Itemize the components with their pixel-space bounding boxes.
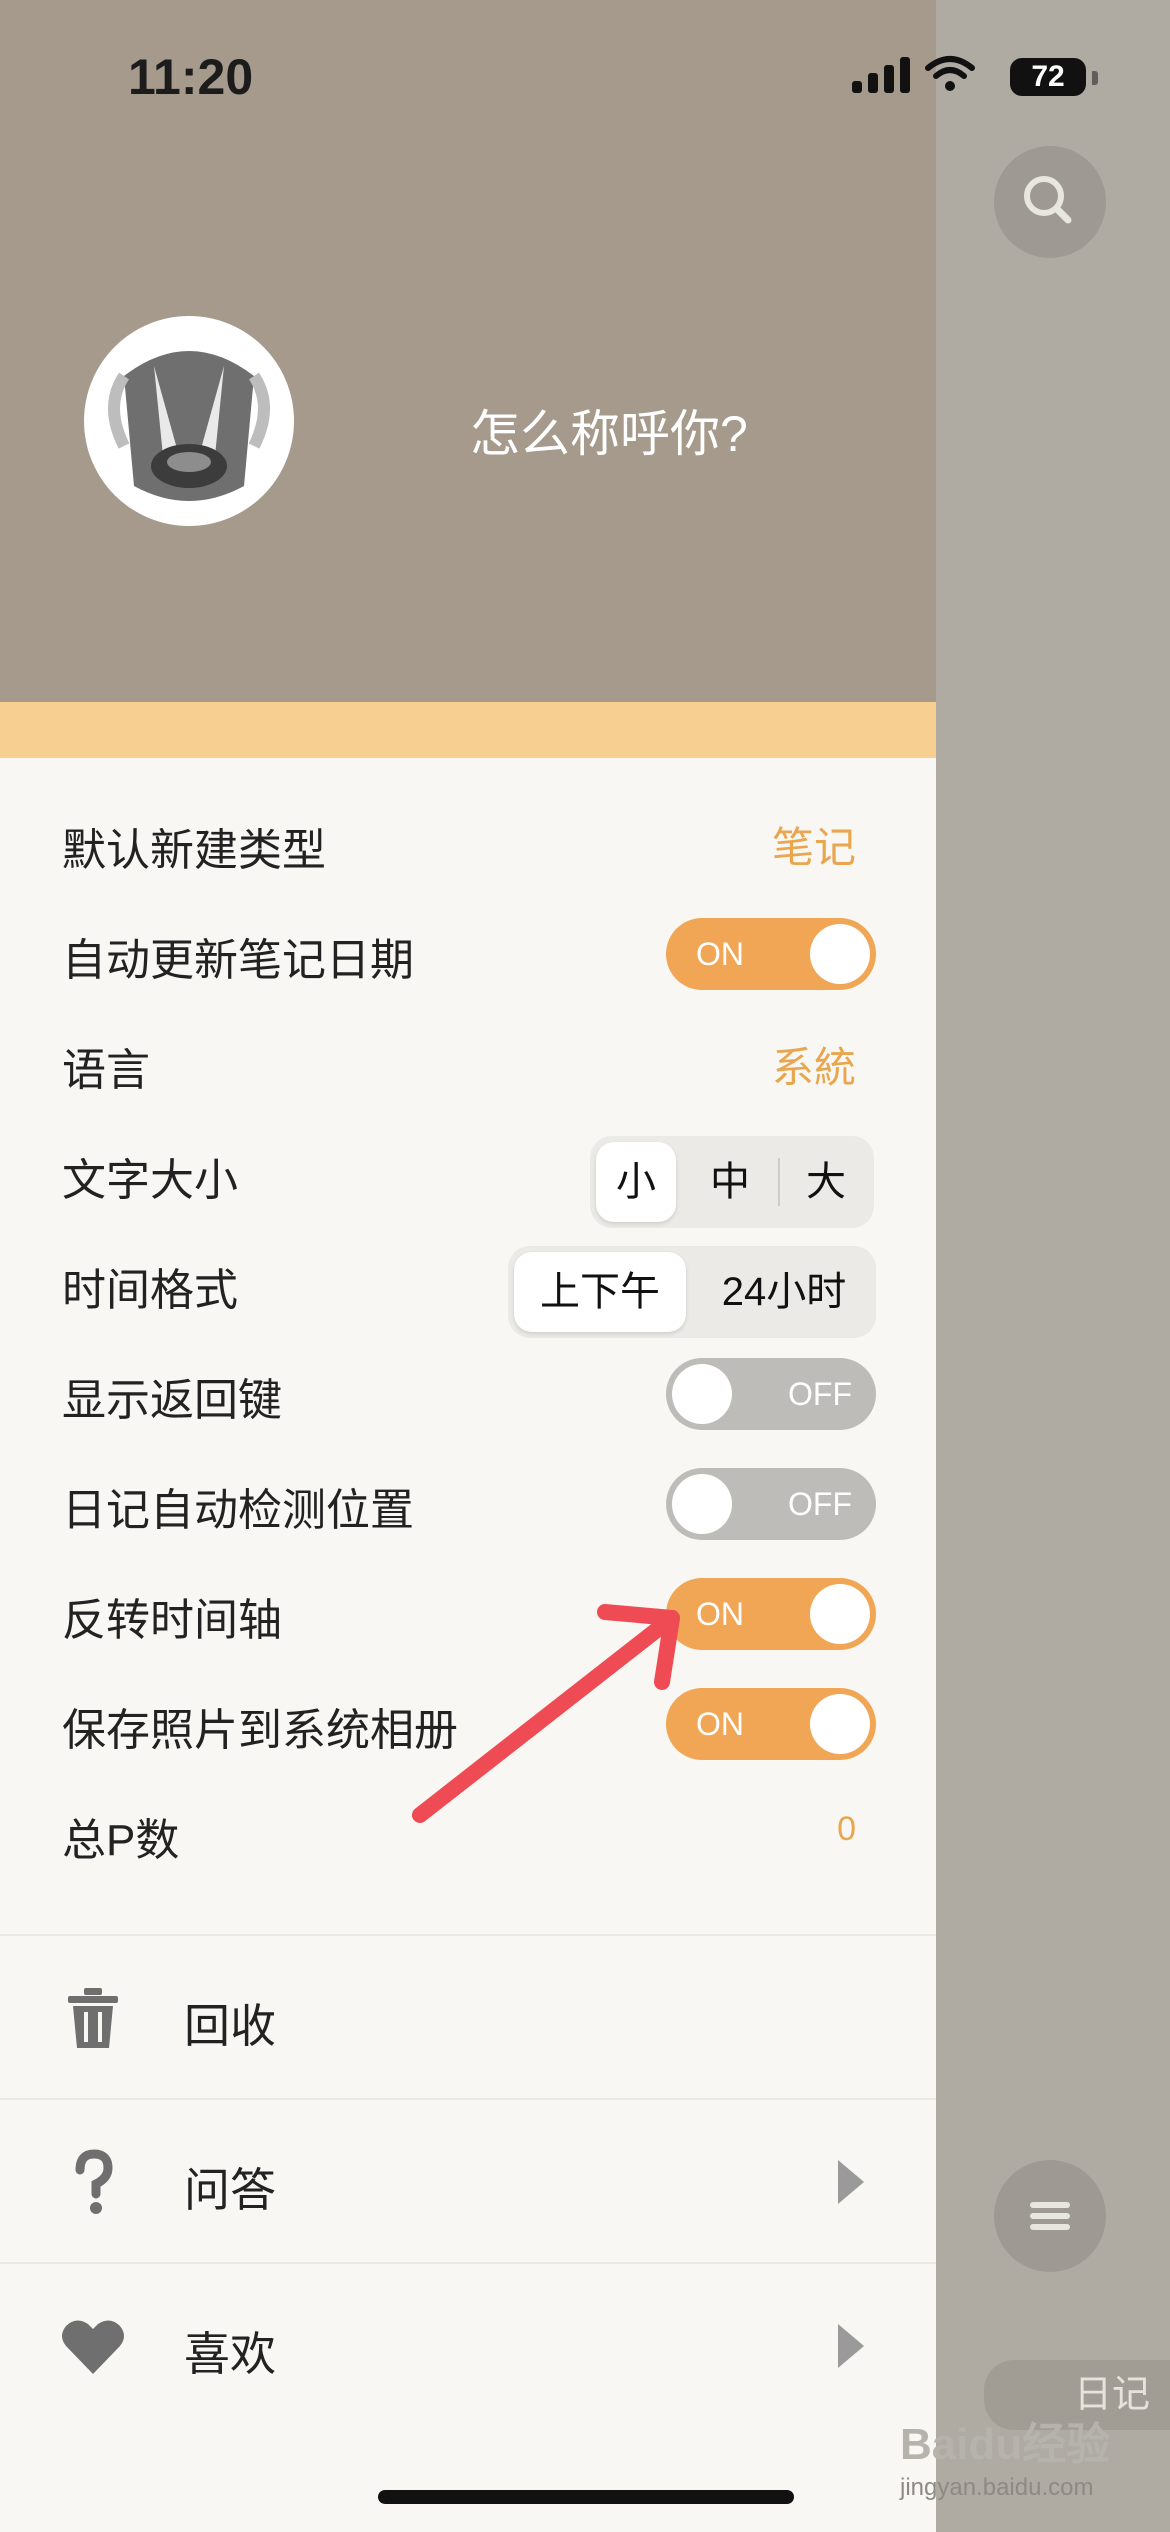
setting-label: 自动更新笔记日期 — [62, 936, 414, 985]
font-size-option-small[interactable]: 小 — [596, 1142, 676, 1222]
setting-font-size: 文字大小 小 中 大 — [0, 1116, 936, 1228]
battery-icon: 72 — [1010, 58, 1086, 96]
auto-update-date-toggle[interactable]: ON — [666, 918, 876, 990]
menu-icon — [1030, 2202, 1070, 2230]
cellular-signal-icon — [852, 55, 910, 93]
menu-button[interactable] — [994, 2160, 1106, 2272]
setting-value: 0 — [837, 1810, 856, 1848]
wifi-icon — [925, 56, 975, 91]
header-accent-strip — [0, 702, 936, 758]
toggle-knob — [810, 1584, 870, 1644]
settings-drawer: 怎么称呼你? 默认新建类型 笔记 自动更新笔记日期 ON 语言 系統 文字大小 … — [0, 0, 936, 2532]
watermark: Baidu经验 jingyan.baidu.com — [900, 2408, 1160, 2518]
setting-value[interactable]: 系統 — [772, 1034, 856, 1095]
toggle-knob — [672, 1364, 732, 1424]
toggle-knob — [810, 924, 870, 984]
toggle-knob — [672, 1474, 732, 1534]
setting-label: 时间格式 — [62, 1266, 238, 1315]
time-format-option-24h[interactable]: 24小时 — [698, 1252, 870, 1332]
status-time: 11:20 — [128, 49, 254, 105]
status-icons — [852, 54, 976, 94]
menu-item-like[interactable]: 喜欢 — [0, 2262, 936, 2428]
annotation-arrow — [412, 1604, 680, 1823]
menu-item-recycle[interactable]: 回收 — [0, 1934, 936, 2100]
show-back-key-toggle[interactable]: OFF — [666, 1358, 876, 1430]
diary-auto-location-toggle[interactable]: OFF — [666, 1468, 876, 1540]
font-size-segmented-control: 小 中 大 — [590, 1136, 874, 1228]
setting-value[interactable]: 笔记 — [772, 814, 856, 875]
setting-label: 语言 — [62, 1046, 150, 1095]
time-format-option-ampm[interactable]: 上下午 — [514, 1252, 686, 1332]
setting-auto-update-date: 自动更新笔记日期 ON — [0, 896, 936, 1006]
chevron-right-icon — [838, 2160, 864, 2204]
toggle-knob — [810, 1694, 870, 1754]
search-button[interactable] — [994, 146, 1106, 258]
avatar-image — [108, 351, 270, 501]
menu-label: 回收 — [184, 2000, 276, 2052]
heart-icon — [62, 2320, 124, 2374]
font-size-option-medium[interactable]: 中 — [690, 1142, 770, 1222]
font-size-option-large[interactable]: 大 — [786, 1142, 866, 1222]
watermark-url: jingyan.baidu.com — [900, 2474, 1094, 2501]
nickname-prompt[interactable]: 怎么称呼你? — [470, 394, 748, 466]
battery-nub — [1092, 71, 1098, 85]
menu-item-faq[interactable]: 问答 — [0, 2098, 936, 2264]
watermark-brand: Baidu经验 — [900, 2420, 1111, 2469]
search-icon — [1024, 176, 1072, 224]
setting-language[interactable]: 语言 系統 — [0, 1006, 936, 1116]
segment-divider — [778, 1158, 780, 1206]
avatar[interactable] — [84, 316, 294, 526]
setting-label: 显示返回键 — [62, 1376, 282, 1425]
setting-diary-auto-location: 日记自动检测位置 OFF — [0, 1446, 936, 1556]
toggle-state: ON — [696, 936, 744, 972]
setting-default-type[interactable]: 默认新建类型 笔记 — [0, 786, 936, 896]
trash-icon — [68, 1988, 118, 2048]
setting-label: 文字大小 — [62, 1156, 238, 1205]
setting-label: 日记自动检测位置 — [62, 1486, 414, 1535]
backdrop[interactable] — [936, 0, 1170, 2532]
chevron-right-icon — [838, 2324, 864, 2368]
menu-label: 问答 — [184, 2164, 276, 2216]
setting-label: 反转时间轴 — [62, 1596, 282, 1645]
toggle-state: OFF — [788, 1376, 852, 1412]
home-indicator — [378, 2490, 794, 2504]
time-format-segmented-control: 上下午 24小时 — [508, 1246, 876, 1338]
toggle-state: ON — [696, 1706, 744, 1742]
setting-label: 保存照片到系统相册 — [62, 1706, 458, 1755]
setting-show-back-key: 显示返回键 OFF — [0, 1336, 936, 1446]
menu-label: 喜欢 — [184, 2328, 276, 2380]
question-icon — [75, 2149, 113, 2214]
toggle-state: OFF — [788, 1486, 852, 1522]
setting-time-format: 时间格式 上下午 24小时 — [0, 1226, 936, 1338]
toggle-state: ON — [696, 1596, 744, 1632]
setting-label: 总P数 — [62, 1816, 180, 1865]
setting-label: 默认新建类型 — [62, 826, 326, 875]
